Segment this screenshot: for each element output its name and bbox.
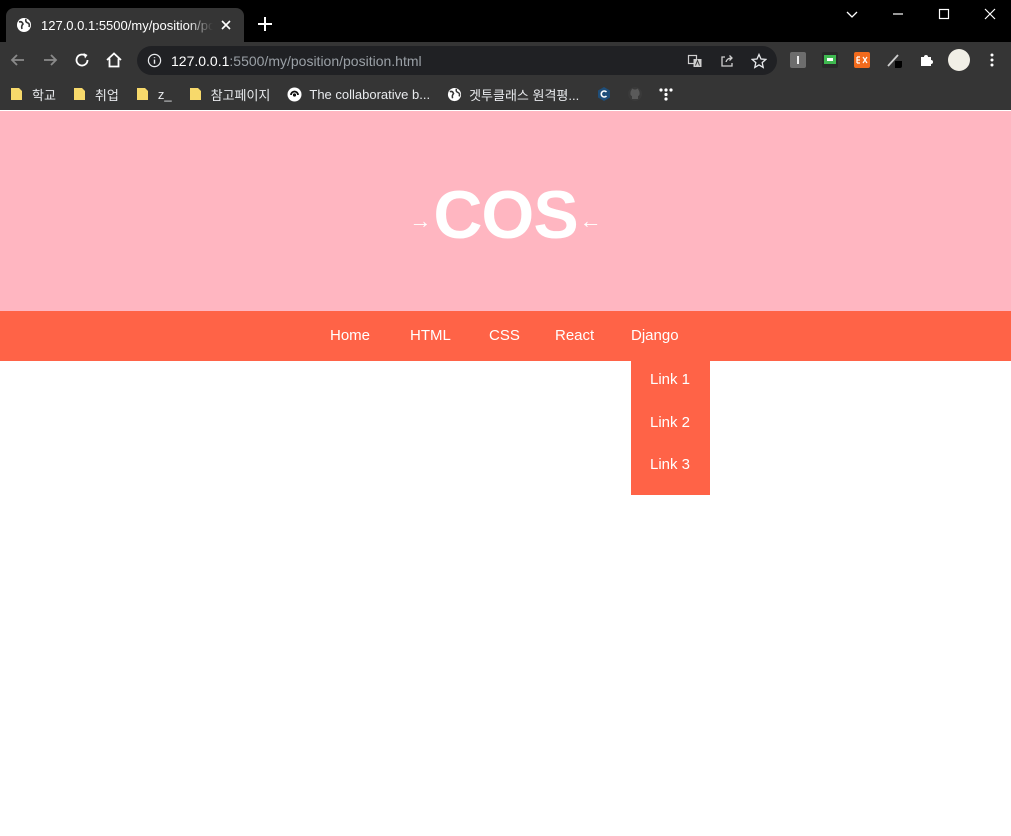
nav-item-home[interactable]: Home (330, 311, 370, 361)
maximize-icon[interactable] (936, 6, 952, 22)
folder-icon (73, 88, 85, 100)
forward-icon[interactable] (41, 51, 59, 69)
github-icon[interactable] (627, 86, 643, 102)
extension-pen-icon[interactable] (886, 52, 902, 68)
collab-icon (287, 87, 302, 101)
site-info-icon[interactable] (147, 53, 162, 68)
folder-icon (189, 88, 201, 100)
bookmark-collaborative[interactable]: The collaborative b... (287, 87, 430, 102)
bookmark-label: The collaborative b... (309, 86, 431, 102)
browser-titlebar: 127.0.0.1:5500/my/position/position.html (0, 0, 1011, 42)
web-page: → COS ← Home HTML CSS React Django Link … (0, 111, 1011, 836)
home-icon[interactable] (105, 51, 123, 69)
globe-icon (17, 18, 31, 32)
dropdown-link-3[interactable]: Link 3 (650, 456, 690, 473)
nav-item-css[interactable]: CSS (489, 311, 520, 361)
globe-icon (448, 87, 462, 101)
reload-icon[interactable] (73, 51, 91, 69)
bookmark-school[interactable]: 학교 (10, 85, 56, 104)
translate-icon[interactable] (687, 53, 703, 69)
main-nav: Home HTML CSS React Django (0, 311, 1011, 361)
bookmark-label: z_ (157, 86, 172, 102)
bookmark-reference[interactable]: 참고페이지 (189, 85, 271, 104)
browser-tab[interactable]: 127.0.0.1:5500/my/position/position.html (6, 8, 244, 42)
site-logo[interactable]: COS (433, 181, 578, 249)
folder-icon (11, 88, 22, 100)
django-dropdown-menu: Link 1 Link 2 Link 3 (631, 361, 710, 495)
nav-item-react[interactable]: React (555, 311, 594, 361)
tab-search-chevron-icon[interactable] (844, 6, 860, 22)
close-tab-icon[interactable] (218, 17, 234, 33)
url-host: 127.0.0.1 (171, 52, 230, 69)
nav-item-html[interactable]: HTML (410, 311, 451, 361)
address-bar[interactable]: 127.0.0.1 :5500/my/position/position.htm… (137, 46, 777, 75)
logo-group: → COS ← (409, 181, 601, 249)
bookmark-jobs[interactable]: 취업 (73, 85, 119, 104)
new-tab-icon[interactable] (256, 15, 274, 33)
share-icon[interactable] (719, 53, 735, 69)
page-header: → COS ← (0, 111, 1011, 311)
back-icon[interactable] (9, 51, 27, 69)
dots-logo-icon[interactable] (658, 86, 674, 102)
tab-title: 127.0.0.1:5500/my/position/position.html (41, 17, 213, 33)
profile-avatar[interactable] (948, 49, 970, 71)
bookmarks-bar: 학교 취업 z_ 참고페이지 The collaborative b... 겟투… (0, 78, 1011, 110)
arrow-left-icon: ← (579, 207, 602, 233)
arrow-right-icon: → (409, 207, 432, 233)
folder-icon (136, 88, 148, 100)
bookmark-gettoclass[interactable]: 겟투클래스 원격평... (447, 85, 579, 104)
bookmark-star-icon[interactable] (751, 53, 767, 69)
extension-ex-icon[interactable] (854, 52, 870, 68)
bookmark-label: 취업 (94, 87, 119, 103)
menu-kebab-icon[interactable] (984, 52, 1000, 68)
url-path: :5500/my/position/position.html (229, 52, 422, 69)
nav-item-django[interactable]: Django (631, 311, 679, 361)
bookmark-label: 학교 (32, 87, 56, 103)
dropdown-link-1[interactable]: Link 1 (650, 371, 690, 388)
minimize-icon[interactable] (890, 6, 906, 22)
extension-green-icon[interactable] (822, 52, 838, 68)
codeup-c-icon[interactable] (596, 86, 612, 102)
bookmark-z[interactable]: z_ (136, 87, 172, 102)
bookmark-label: 겟투클래스 원격평... (469, 87, 580, 103)
dropdown-link-2[interactable]: Link 2 (650, 414, 690, 431)
extension-i-icon[interactable] (790, 52, 806, 68)
close-window-icon[interactable] (982, 6, 998, 22)
bookmark-label: 참고페이지 (210, 87, 271, 103)
extensions-puzzle-icon[interactable] (918, 52, 934, 68)
browser-toolbar: 127.0.0.1 :5500/my/position/position.htm… (0, 42, 1011, 78)
